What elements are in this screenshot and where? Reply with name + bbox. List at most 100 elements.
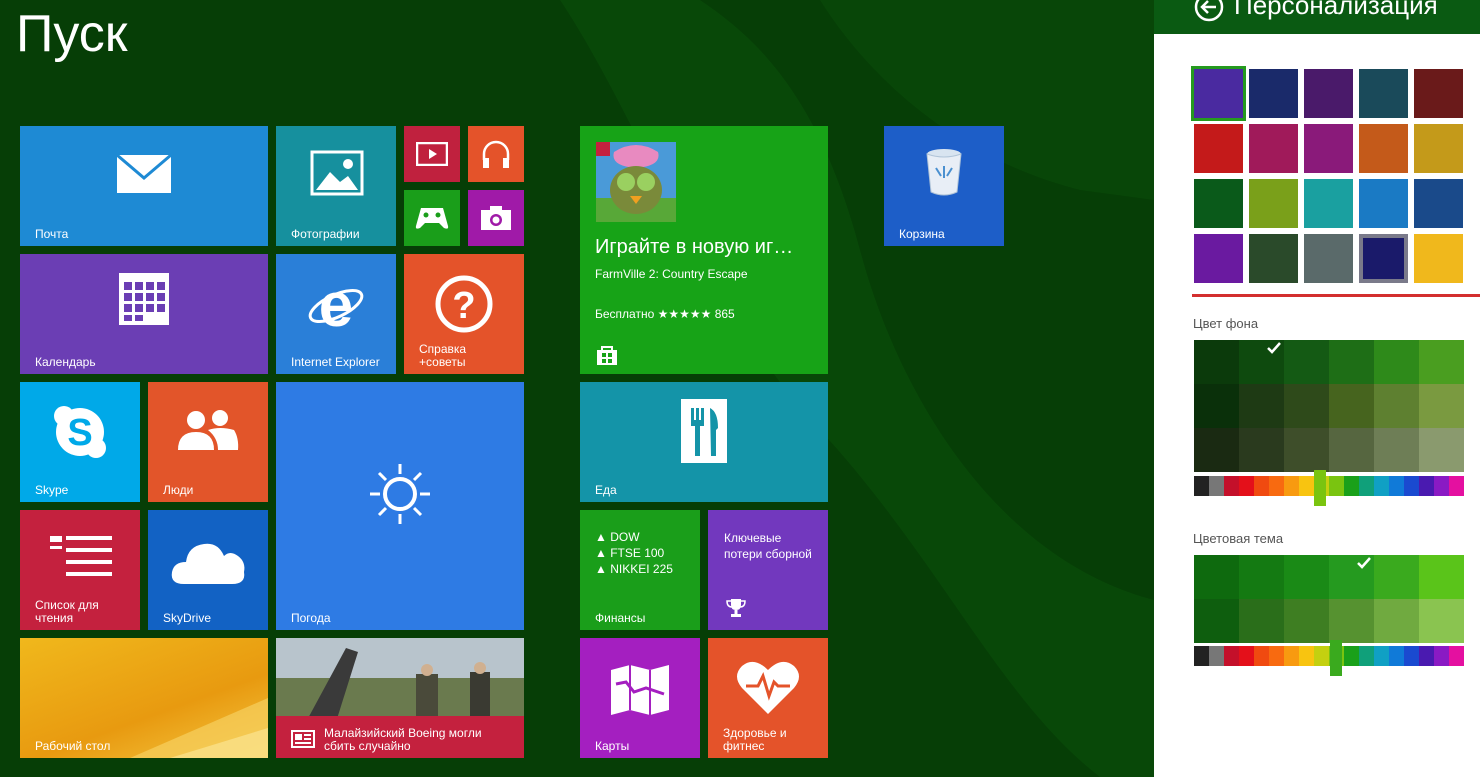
pattern-swatch[interactable] [1249, 69, 1298, 118]
pattern-swatch[interactable] [1194, 179, 1243, 228]
pattern-swatch[interactable] [1359, 124, 1408, 173]
tile-health[interactable]: Здоровье и фитнес [708, 638, 828, 758]
tile-music[interactable] [468, 126, 524, 182]
bg-color-cell[interactable] [1374, 384, 1419, 428]
bg-color-cell[interactable] [1239, 428, 1284, 472]
pattern-swatch[interactable] [1249, 179, 1298, 228]
hue-swatch[interactable] [1344, 646, 1359, 666]
tile-mail[interactable]: Почта [20, 126, 268, 246]
tile-weather[interactable]: Погода [276, 382, 524, 630]
pattern-swatch[interactable] [1414, 234, 1463, 283]
tile-games[interactable] [404, 190, 460, 246]
hue-swatch[interactable] [1269, 476, 1284, 496]
pattern-swatch[interactable] [1194, 234, 1243, 283]
hue-swatch[interactable] [1299, 646, 1314, 666]
tile-sport[interactable]: Ключевые потери сборной [708, 510, 828, 630]
bg-color-cell[interactable] [1374, 428, 1419, 472]
hue-swatch[interactable] [1419, 646, 1434, 666]
bg-color-cell[interactable] [1194, 428, 1239, 472]
bg-color-cell[interactable] [1284, 384, 1329, 428]
tile-skydrive[interactable]: SkyDrive [148, 510, 268, 630]
theme-color-cell[interactable] [1284, 555, 1329, 599]
pattern-swatch[interactable] [1359, 69, 1408, 118]
bg-color-cell[interactable] [1419, 340, 1464, 384]
hue-swatch[interactable] [1239, 646, 1254, 666]
theme-color-cell[interactable] [1194, 599, 1239, 643]
hue-swatch[interactable] [1434, 476, 1449, 496]
bg-color-cell[interactable] [1329, 340, 1374, 384]
tile-camera[interactable] [468, 190, 524, 246]
bg-color-cell[interactable] [1194, 340, 1239, 384]
bg-color-cell[interactable] [1419, 384, 1464, 428]
hue-swatch[interactable] [1194, 476, 1209, 496]
tile-recycle-bin[interactable]: Корзина [884, 126, 1004, 246]
pattern-swatch[interactable] [1249, 124, 1298, 173]
bg-color-cell[interactable] [1329, 428, 1374, 472]
tile-help[interactable]: ? Справка +советы [404, 254, 524, 374]
hue-swatch[interactable] [1419, 476, 1434, 496]
theme-color-cell[interactable] [1239, 599, 1284, 643]
theme-color-cell[interactable] [1329, 599, 1374, 643]
pattern-swatch[interactable] [1414, 179, 1463, 228]
pattern-swatch[interactable] [1304, 179, 1353, 228]
bg-color-cell[interactable] [1284, 340, 1329, 384]
theme-color-cell[interactable] [1419, 555, 1464, 599]
theme-hue-slider-thumb[interactable] [1330, 640, 1342, 676]
tile-store[interactable]: Играйте в новую иг… FarmVille 2: Country… [580, 126, 828, 374]
tile-internet-explorer[interactable]: e Internet Explorer [276, 254, 396, 374]
tile-people[interactable]: Люди [148, 382, 268, 502]
bg-hue-slider-thumb[interactable] [1314, 470, 1326, 506]
hue-swatch[interactable] [1404, 476, 1419, 496]
tile-photos[interactable]: Фотографии [276, 126, 396, 246]
hue-swatch[interactable] [1344, 476, 1359, 496]
hue-swatch[interactable] [1194, 646, 1209, 666]
hue-swatch[interactable] [1449, 646, 1464, 666]
hue-swatch[interactable] [1299, 476, 1314, 496]
pattern-swatch[interactable] [1194, 69, 1243, 118]
hue-swatch[interactable] [1359, 646, 1374, 666]
hue-swatch[interactable] [1269, 646, 1284, 666]
hue-swatch[interactable] [1224, 476, 1239, 496]
theme-color-cell[interactable] [1374, 599, 1419, 643]
hue-swatch[interactable] [1254, 646, 1269, 666]
bg-color-cell[interactable] [1374, 340, 1419, 384]
hue-swatch[interactable] [1314, 646, 1329, 666]
hue-swatch[interactable] [1284, 646, 1299, 666]
tile-news[interactable]: Малайзийский Boeing могли сбить случайно [276, 638, 524, 758]
hue-swatch[interactable] [1359, 476, 1374, 496]
back-arrow-icon[interactable] [1194, 0, 1224, 22]
tile-maps[interactable]: Карты [580, 638, 700, 758]
tile-desktop[interactable]: Рабочий стол [20, 638, 268, 758]
hue-swatch[interactable] [1284, 476, 1299, 496]
pattern-swatch[interactable] [1414, 69, 1463, 118]
hue-swatch[interactable] [1254, 476, 1269, 496]
pattern-swatch[interactable] [1359, 234, 1408, 283]
tile-reading-list[interactable]: Список для чтения [20, 510, 140, 630]
hue-swatch[interactable] [1209, 646, 1224, 666]
pattern-swatch[interactable] [1249, 234, 1298, 283]
theme-color-cell[interactable] [1419, 599, 1464, 643]
hue-swatch[interactable] [1389, 646, 1404, 666]
pattern-swatch[interactable] [1304, 124, 1353, 173]
pattern-swatch[interactable] [1304, 69, 1353, 118]
theme-color-cell[interactable] [1284, 599, 1329, 643]
bg-color-cell[interactable] [1239, 384, 1284, 428]
hue-swatch[interactable] [1404, 646, 1419, 666]
theme-color-cell[interactable] [1239, 555, 1284, 599]
tile-finance[interactable]: ▲ DOW ▲ FTSE 100 ▲ NIKKEI 225 Финансы [580, 510, 700, 630]
hue-swatch[interactable] [1374, 476, 1389, 496]
bg-color-cell[interactable] [1419, 428, 1464, 472]
hue-swatch[interactable] [1239, 476, 1254, 496]
pattern-swatch[interactable] [1359, 179, 1408, 228]
hue-swatch[interactable] [1209, 476, 1224, 496]
pattern-swatch[interactable] [1414, 124, 1463, 173]
tile-video[interactable] [404, 126, 460, 182]
hue-swatch[interactable] [1374, 646, 1389, 666]
hue-swatch[interactable] [1389, 476, 1404, 496]
theme-color-cell[interactable] [1194, 555, 1239, 599]
bg-color-cell[interactable] [1329, 384, 1374, 428]
bg-color-cell[interactable] [1194, 384, 1239, 428]
tile-food[interactable]: Еда [580, 382, 828, 502]
tile-skype[interactable]: S Skype [20, 382, 140, 502]
pattern-swatch[interactable] [1194, 124, 1243, 173]
